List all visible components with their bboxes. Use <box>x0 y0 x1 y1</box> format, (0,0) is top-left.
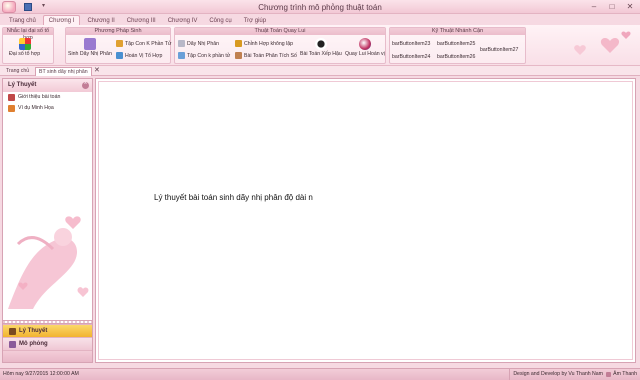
ribbon-tabs: Trang chủ Chương I Chương II Chương III … <box>0 14 640 25</box>
group-dai-so: Nhắc lại đại số tổ hợp Đại số tổ hợp <box>2 27 54 64</box>
ms-icon <box>235 40 242 47</box>
status-date: Hôm nay 9/27/2015 12:00:00 AM <box>3 371 79 377</box>
binary-icon <box>83 38 96 50</box>
group-phuong-phap-sinh: Phương Pháp Sinh Sinh Dãy Nhị Phân Tập C… <box>65 27 171 64</box>
heart-decoration-icon <box>574 31 631 55</box>
bar-button-24[interactable]: barButtonItem24 <box>392 54 430 60</box>
document-tabs: Trang chủ BT sinh dãy nhị phân ✕ <box>0 66 640 76</box>
list-icon <box>178 40 185 47</box>
close-icon[interactable]: ✕ <box>94 66 100 74</box>
window-title: Chương trình mô phỏng thuật toán <box>258 3 382 12</box>
content-area: Lý thuyết bài toán sinh dãy nhị phân độ … <box>98 81 633 360</box>
sound-icon <box>606 372 612 377</box>
minimize-button[interactable]: – <box>588 1 600 12</box>
quay-lui-hoan-vi-label: Quay Lui Hoán vị <box>345 51 385 57</box>
close-button[interactable]: ✕ <box>624 1 636 12</box>
tab-chuong-3[interactable]: Chương III <box>122 16 161 25</box>
day-nhi-phan-button[interactable]: Dãy Nhị Phân <box>178 40 219 47</box>
sidebar-title: Lý Thuyết <box>8 82 37 88</box>
bar-button-25[interactable]: barButtonItem25 <box>437 41 475 47</box>
group-title: Nhắc lại đại số tổ hợp <box>3 28 53 41</box>
cupid-illustration <box>8 216 89 309</box>
xep-hau-label: Bài Toán Xếp Hậu <box>300 51 342 57</box>
phan-tich-so-label: Bài Toán Phân Tích Số <box>244 52 297 59</box>
group-title: Phương Pháp Sinh <box>66 28 170 35</box>
quay-lui-hoan-vi-button[interactable]: Quay Lui Hoán vị <box>345 38 385 57</box>
dai-so-label: Đại số tổ hợp <box>9 51 41 57</box>
book-icon <box>9 327 16 335</box>
day-nhi-phan-label: Dãy Nhị Phân <box>187 40 220 47</box>
grid-icon <box>18 38 31 50</box>
example-icon <box>8 105 15 112</box>
ribbon: Nhắc lại đại số tổ hợp Đại số tổ hợp Phư… <box>0 25 640 66</box>
tab-chuong-2[interactable]: Chương II <box>82 16 119 25</box>
sidebar-item-vi-du[interactable]: Ví dụ Minh Họa <box>3 103 92 114</box>
doc-tab-trang-chu[interactable]: Trang chủ <box>3 67 32 76</box>
title-bar: ▾ Chương trình mô phỏng thuật toán – □ ✕ <box>0 0 640 14</box>
sound-toggle[interactable]: Âm Thanh <box>606 369 637 380</box>
bar-button-23[interactable]: barButtonItem23 <box>392 41 430 47</box>
bar-button-26[interactable]: barButtonItem26 <box>437 54 475 60</box>
dai-so-button[interactable]: Đại số tổ hợp <box>9 38 40 57</box>
subset-icon <box>178 52 185 59</box>
set-icon <box>116 40 123 47</box>
tap-con-k-button[interactable]: Tập Con k phần tử <box>178 52 230 59</box>
nav-footer <box>3 350 92 362</box>
nav-mo-phong[interactable]: Mô phỏng <box>3 337 92 350</box>
group-title: Thuật Toán Quay Lui <box>175 28 385 35</box>
tab-cong-cu[interactable]: Công cụ <box>204 16 236 25</box>
tap-con-label: Tập Con K Phần Tử <box>125 40 172 47</box>
phan-tich-so-button[interactable]: Bài Toán Phân Tích Số <box>235 52 297 59</box>
status-bar: Hôm nay 9/27/2015 12:00:00 AM Design and… <box>0 368 640 380</box>
book-icon <box>8 94 15 101</box>
sidebar-header: Lý Thuyết ⌃ <box>3 79 92 92</box>
nav-label: Lý Thuyết <box>19 327 48 334</box>
sidebar-item-label: Ví dụ Minh Họa <box>18 105 54 111</box>
tab-tro-giup[interactable]: Trợ giúp <box>239 16 271 25</box>
sinh-day-button[interactable]: Sinh Dãy Nhị Phân <box>68 38 112 57</box>
sidebar-item-label: Giới thiệu bài toán <box>18 94 61 100</box>
doc-tab-bt-sinh-day[interactable]: BT sinh dãy nhị phân <box>35 67 92 76</box>
tab-chuong-4[interactable]: Chương IV <box>163 16 203 25</box>
tap-con-button[interactable]: Tập Con K Phần Tử <box>116 40 171 47</box>
sinh-day-label: Sinh Dãy Nhị Phân <box>68 51 112 57</box>
bear-icon <box>235 52 242 59</box>
hoan-vi-label: Hoán Vị Tổ Hợp <box>125 52 163 59</box>
chinh-hop-label: Chỉnh Hợp không lặp <box>244 40 293 47</box>
play-icon <box>9 340 16 348</box>
sidebar: Lý Thuyết ⌃ Giới thiệu bài toán Ví dụ Mi… <box>2 78 93 363</box>
xep-hau-button[interactable]: Bài Toán Xếp Hậu <box>300 38 342 57</box>
tab-trang-chu[interactable]: Trang chủ <box>4 16 41 25</box>
collapse-icon[interactable]: ⌃ <box>82 82 89 89</box>
ball-icon <box>358 38 371 50</box>
nav-label: Mô phỏng <box>19 340 48 347</box>
main-panel: Lý thuyết bài toán sinh dãy nhị phân độ … <box>95 78 636 363</box>
group-nhanh-can: Kỹ Thuật Nhánh Cận barButtonItem23 barBu… <box>389 27 526 64</box>
swap-icon <box>116 52 123 59</box>
tab-chuong-1[interactable]: Chương I <box>42 15 81 25</box>
hoan-vi-button[interactable]: Hoán Vị Tổ Hợp <box>116 52 162 59</box>
sidebar-item-gioi-thieu[interactable]: Giới thiệu bài toán <box>3 92 92 103</box>
group-quay-lui: Thuật Toán Quay Lui Dãy Nhị Phân Chỉnh H… <box>174 27 386 64</box>
chinh-hop-button[interactable]: Chỉnh Hợp không lặp <box>235 40 293 47</box>
sound-label: Âm Thanh <box>613 371 637 377</box>
group-title: Kỹ Thuật Nhánh Cận <box>390 28 525 35</box>
maximize-button[interactable]: □ <box>606 1 618 12</box>
theory-text: Lý thuyết bài toán sinh dãy nhị phân độ … <box>154 193 313 202</box>
tap-con-k-label: Tập Con k phần tử <box>187 52 231 59</box>
nav-ly-thuyet[interactable]: Lý Thuyết <box>3 324 92 337</box>
status-credit: Design and Develop by Vu Thanh Nam <box>509 369 606 380</box>
bar-button-27[interactable]: barButtonItem27 <box>480 47 518 53</box>
queen-icon <box>314 38 327 50</box>
